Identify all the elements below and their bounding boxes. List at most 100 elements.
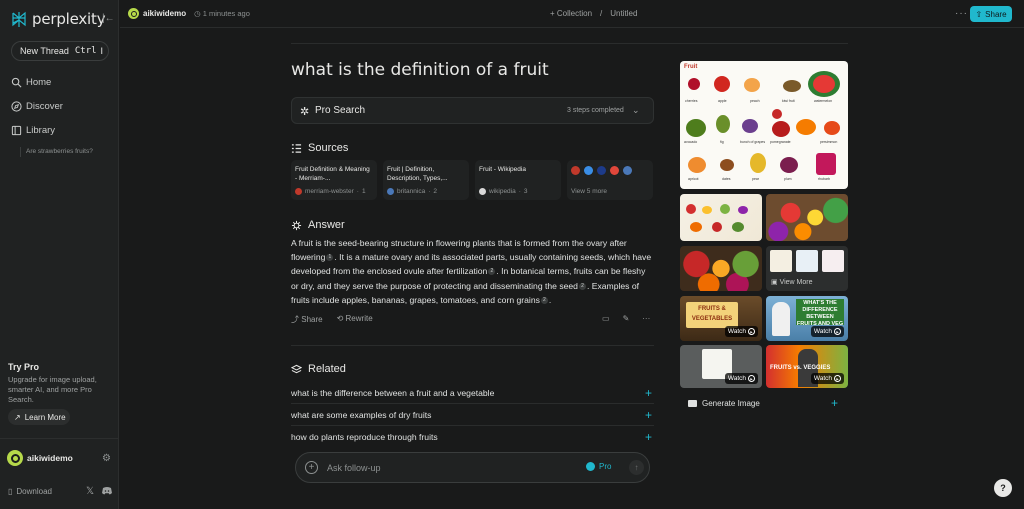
source-favicons <box>571 166 649 175</box>
answer-heading: Answer <box>291 219 345 231</box>
watch-button[interactable]: Watch ▶ <box>810 373 844 384</box>
pro-toggle[interactable]: Pro <box>586 462 611 471</box>
watch-button[interactable]: Watch ▶ <box>724 326 758 337</box>
watch-button[interactable]: Watch ▶ <box>810 326 844 337</box>
image-label: apple <box>718 99 727 103</box>
send-arrow-icon[interactable]: ↑ <box>629 460 644 475</box>
plus-icon[interactable]: + <box>645 386 652 400</box>
citation-badge[interactable]: 2 <box>488 268 496 276</box>
source-card[interactable]: Fruit Definition & Meaning - Merriam-...… <box>291 160 377 200</box>
related-question[interactable]: how do plants reproduce through fruits + <box>291 430 654 444</box>
watch-button[interactable]: Watch ▶ <box>724 373 758 384</box>
source-title: Fruit - Wikipedia <box>479 166 526 173</box>
site-icon <box>597 166 606 175</box>
britannica-icon <box>387 188 394 195</box>
shortcut-ctrl: Ctrl <box>74 46 97 56</box>
video-thumbnail[interactable]: WHAT'S THE DIFFERENCE BETWEEN FRUITS AND… <box>766 296 848 341</box>
image-label: apricot <box>688 177 699 181</box>
sidebar-item-discover[interactable]: Discover <box>11 101 63 112</box>
answer-actions: ⤴ Share ⟲ Rewrite <box>291 314 373 325</box>
gear-icon[interactable]: ⚙ <box>102 453 111 464</box>
pro-search-icon: ✲ <box>300 106 310 118</box>
sidebar-item-home[interactable]: Home <box>11 77 51 88</box>
attach-plus-icon[interactable]: + <box>305 461 318 474</box>
video-title-text: FRUITS vs. VEGGIES <box>770 365 831 371</box>
source-site: merriam-webster <box>305 188 354 195</box>
learn-more-button[interactable]: ↗ Learn More <box>8 409 70 425</box>
citation-badge[interactable]: 2 <box>578 282 586 290</box>
follow-up-bar: + Ask follow-up Pro ↑ <box>295 452 650 483</box>
copy-icon[interactable]: ▭ <box>602 314 610 323</box>
fruit-image-thumbnail[interactable] <box>766 194 848 241</box>
play-icon: ▶ <box>748 328 755 335</box>
citation-badge[interactable]: 2 <box>540 296 548 304</box>
image-label: avocado <box>684 140 698 144</box>
follow-up-input[interactable]: Ask follow-up <box>327 463 381 473</box>
author-name: aikiwidemo <box>143 9 187 18</box>
source-title: Fruit | Definition, Description, Types,.… <box>387 166 448 182</box>
fruit-image-thumbnail[interactable] <box>680 194 762 241</box>
related-question[interactable]: what are some examples of dry fruits + <box>291 408 654 422</box>
logo[interactable]: perplexity <box>10 10 106 28</box>
user-profile[interactable]: aikiwidemo <box>7 450 73 466</box>
answer-heading-label: Answer <box>308 219 345 231</box>
new-thread-button[interactable]: New Thread Ctrl I <box>11 41 109 61</box>
library-thread-item[interactable]: Are strawberries fruits? <box>20 147 93 157</box>
thread-title[interactable]: Untitled <box>610 9 637 18</box>
pro-search-panel[interactable]: ✲ Pro Search 3 steps completed ⌄ <box>291 97 654 124</box>
view-more-sources-card[interactable]: View 5 more <box>567 160 653 200</box>
steps-status: 3 steps completed <box>567 107 624 114</box>
video-thumbnail[interactable]: FRUITS & VEGETABLES Watch ▶ <box>680 296 762 341</box>
fruit-chart-image[interactable]: Fruit cherries apple peach kiwi fruit wa… <box>680 61 848 189</box>
plus-icon[interactable]: + <box>645 430 652 444</box>
fruit-image-thumbnail[interactable] <box>680 246 762 291</box>
share-button[interactable]: ⇧ Share <box>970 6 1012 22</box>
related-question[interactable]: what is the difference between a fruit a… <box>291 386 654 400</box>
plus-icon[interactable]: + <box>831 396 838 410</box>
sidebar-item-library[interactable]: Library <box>11 125 55 136</box>
view-more-images[interactable]: ▣ View More <box>766 246 848 291</box>
username: aikiwidemo <box>27 453 73 463</box>
view-more-text: View More <box>779 279 813 286</box>
more-options-icon[interactable]: ··· <box>642 314 650 323</box>
download-label: Download <box>16 487 52 496</box>
sources-heading: Sources <box>291 142 348 154</box>
more-options-icon[interactable]: ··· <box>955 8 968 19</box>
play-icon: ▶ <box>834 328 841 335</box>
x-twitter-icon[interactable]: 𝕏 <box>86 486 94 497</box>
image-label: watermelon <box>814 99 833 103</box>
site-icon <box>610 166 619 175</box>
generate-image-button[interactable]: Generate Image + <box>680 394 848 413</box>
chevron-down-icon[interactable]: ⌄ <box>632 105 640 116</box>
share-answer-button[interactable]: ⤴ Share <box>291 314 323 325</box>
citation-badge[interactable]: 1 <box>326 254 334 262</box>
sidebar-item-label: Library <box>26 125 56 136</box>
image-label: pear <box>752 177 760 181</box>
video-title-text: FRUITS & VEGETABLES <box>686 302 738 328</box>
source-card[interactable]: Fruit | Definition, Description, Types,.… <box>383 160 469 200</box>
image-label: persimmon <box>820 140 838 144</box>
video-thumbnail[interactable]: FRUITS vs. VEGGIES Watch ▶ <box>766 345 848 388</box>
help-icon[interactable]: ? <box>994 479 1012 497</box>
image-label: pomegranate <box>770 140 791 144</box>
video-thumbnail[interactable]: Watch ▶ <box>680 345 762 388</box>
source-card[interactable]: Fruit - Wikipedia wikipedia · 3 <box>475 160 561 200</box>
related-question-text: what are some examples of dry fruits <box>291 410 432 420</box>
toggle-knob <box>586 462 595 471</box>
discord-icon[interactable] <box>102 486 112 495</box>
rewrite-label: Rewrite <box>345 314 373 323</box>
add-collection-button[interactable]: + Collection <box>550 9 592 18</box>
edit-icon[interactable]: ✎ <box>623 314 630 323</box>
play-icon: ▶ <box>834 375 841 382</box>
compass-icon <box>11 101 22 112</box>
collapse-sidebar-icon[interactable]: |← <box>102 13 115 24</box>
rewrite-button[interactable]: ⟲ Rewrite <box>337 314 373 325</box>
site-icon <box>584 166 593 175</box>
related-question-text: what is the difference between a fruit a… <box>291 388 495 398</box>
logo-text: perplexity <box>32 10 106 28</box>
merriam-webster-icon <box>571 166 580 175</box>
shortcut-key: I <box>100 46 104 56</box>
image-label: fig <box>720 140 724 144</box>
download-button[interactable]: ▯ Download <box>8 487 52 496</box>
plus-icon[interactable]: + <box>645 408 652 422</box>
